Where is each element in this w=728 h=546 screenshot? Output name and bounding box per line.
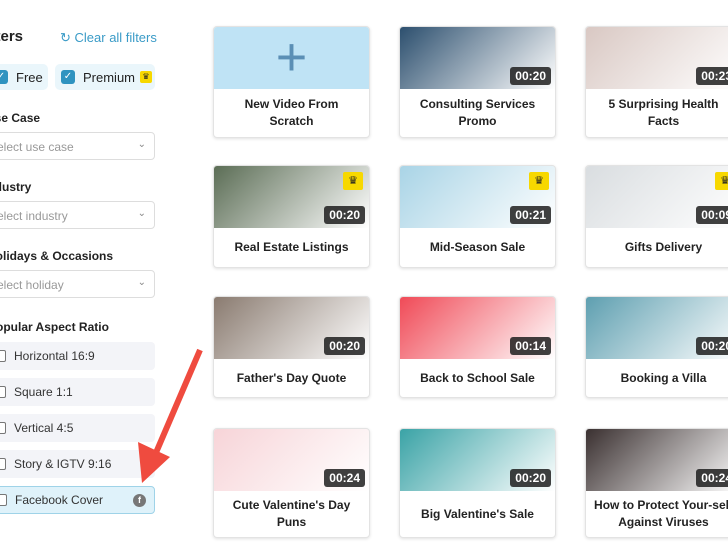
- premium-filter-checkbox[interactable]: ✓ Premium ♛: [55, 64, 155, 90]
- template-thumbnail: 00:21 ♛: [400, 166, 555, 228]
- template-title: 5 Surprising Health Facts: [608, 97, 719, 128]
- aspect-facebook-cover-checkbox[interactable]: Facebook Cover f: [0, 486, 155, 514]
- checkbox-checked-icon: ✓: [0, 70, 8, 84]
- template-thumbnail: 00:20: [400, 429, 555, 491]
- duration-badge: 00:24: [696, 469, 728, 487]
- template-thumbnail: 00:23: [586, 27, 728, 89]
- template-title: Father's Day Quote: [236, 370, 347, 385]
- template-thumbnail: +: [214, 27, 369, 89]
- crown-icon: ♛: [140, 71, 153, 83]
- arrow-shaft: [152, 348, 203, 457]
- crown-icon: ♛: [343, 172, 363, 190]
- duration-badge: 00:20: [510, 67, 551, 85]
- duration-badge: 00:24: [324, 469, 365, 487]
- template-card[interactable]: 00:14 Back to School Sale: [399, 296, 556, 398]
- template-title: Big Valentine's Sale: [421, 506, 534, 521]
- template-thumbnail: 00:24: [214, 429, 369, 491]
- duration-badge: 00:20: [324, 206, 365, 224]
- template-card[interactable]: 00:20 Booking a Villa: [585, 296, 728, 398]
- refresh-icon: ↻: [60, 30, 75, 45]
- template-title: Gifts Delivery: [624, 240, 703, 254]
- checkbox-checked-icon: ✓: [61, 70, 75, 84]
- plus-icon: +: [275, 27, 308, 87]
- checkbox-icon: [0, 494, 7, 506]
- duration-badge: 00:23: [696, 67, 728, 85]
- duration-badge: 00:20: [696, 337, 728, 355]
- duration-badge: 00:21: [510, 206, 551, 224]
- template-card[interactable]: 00:20 Consulting Services Promo: [399, 26, 556, 138]
- checkbox-icon: [0, 386, 6, 398]
- template-card[interactable]: 00:20 Big Valentine's Sale: [399, 428, 556, 538]
- free-filter-checkbox[interactable]: ✓ Free: [0, 64, 48, 90]
- industry-select[interactable]: Select industry⌄: [0, 201, 155, 229]
- chevron-down-icon: ⌄: [137, 208, 146, 219]
- template-title: Real Estate Listings: [234, 240, 349, 254]
- template-card[interactable]: 00:20 ♛ Real Estate Listings: [213, 165, 370, 268]
- arrow-head: [138, 442, 170, 483]
- template-card[interactable]: 00:23 5 Surprising Health Facts: [585, 26, 728, 138]
- template-card[interactable]: + New Video From Scratch: [213, 26, 370, 138]
- clear-all-filters-button[interactable]: ↻ Clear all filters: [60, 30, 157, 46]
- use-case-label: Use Case: [0, 111, 41, 125]
- chevron-down-icon: ⌄: [137, 139, 146, 150]
- template-title: Back to School Sale: [420, 370, 535, 385]
- template-thumbnail: 00:20: [586, 297, 728, 359]
- chevron-down-icon: ⌄: [137, 277, 146, 288]
- crown-icon: ♛: [529, 172, 549, 190]
- holiday-label: Holidays & Occasions: [0, 249, 114, 263]
- facebook-icon: f: [133, 493, 146, 507]
- template-title: New Video From Scratch: [244, 97, 339, 128]
- template-thumbnail: 00:20: [214, 297, 369, 359]
- template-title: Booking a Villa: [620, 370, 707, 385]
- template-card[interactable]: 00:24 Cute Valentine's Day Puns: [213, 428, 370, 538]
- template-card[interactable]: 00:24 How to Protect Your-self Against Vi…: [585, 428, 728, 538]
- duration-badge: 00:20: [510, 469, 551, 487]
- industry-label: Industry: [0, 180, 32, 194]
- use-case-select[interactable]: Select use case⌄: [0, 132, 155, 160]
- crown-icon: ♛: [715, 172, 728, 190]
- duration-badge: 00:20: [324, 337, 365, 355]
- template-title: How to Protect Your-self Against Viruses: [594, 498, 728, 529]
- template-thumbnail: 00:24: [586, 429, 728, 491]
- checkbox-icon: [0, 458, 6, 470]
- template-title: Consulting Services Promo: [419, 97, 536, 128]
- template-card[interactable]: 00:09 ♛ Gifts Delivery: [585, 165, 728, 268]
- duration-badge: 00:14: [510, 337, 551, 355]
- template-card[interactable]: 00:21 ♛ Mid-Season Sale: [399, 165, 556, 268]
- template-title: Mid-Season Sale: [429, 240, 526, 254]
- template-thumbnail: 00:20: [400, 27, 555, 89]
- checkbox-icon: [0, 350, 6, 362]
- red-arrow-annotation: [138, 348, 203, 483]
- aspect-ratio-label: Popular Aspect Ratio: [0, 320, 109, 334]
- checkbox-icon: [0, 422, 6, 434]
- template-thumbnail: 00:20 ♛: [214, 166, 369, 228]
- holiday-select[interactable]: Select holiday⌄: [0, 270, 155, 298]
- filters-title: Filters: [0, 28, 24, 45]
- template-title: Cute Valentine's Day Puns: [232, 498, 351, 529]
- template-thumbnail: 00:09 ♛: [586, 166, 728, 228]
- template-card[interactable]: 00:20 Father's Day Quote: [213, 296, 370, 398]
- duration-badge: 00:09: [696, 206, 728, 224]
- template-thumbnail: 00:14: [400, 297, 555, 359]
